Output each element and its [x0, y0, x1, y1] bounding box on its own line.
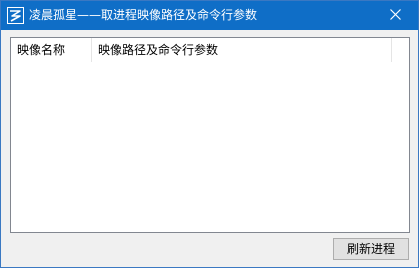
- client-area: 映像名称 映像路径及命令行参数 刷新进程: [1, 30, 418, 267]
- title-bar[interactable]: 凌晨孤星——取进程映像路径及命令行参数: [1, 1, 418, 30]
- close-button[interactable]: [372, 1, 418, 30]
- column-header-image-path[interactable]: 映像路径及命令行参数: [92, 38, 392, 62]
- listview-body[interactable]: [11, 62, 409, 232]
- app-logo-icon: [7, 7, 24, 24]
- close-icon: [389, 8, 401, 23]
- window-title: 凌晨孤星——取进程映像路径及命令行参数: [29, 8, 258, 22]
- refresh-processes-button[interactable]: 刷新进程: [333, 238, 409, 260]
- process-listview[interactable]: 映像名称 映像路径及命令行参数: [10, 37, 410, 233]
- column-header-filler: [392, 38, 409, 62]
- column-header-image-name[interactable]: 映像名称: [11, 38, 92, 62]
- main-window: 凌晨孤星——取进程映像路径及命令行参数 映像名称 映像路径及命令行参数 刷新进程: [0, 0, 419, 268]
- listview-header: 映像名称 映像路径及命令行参数: [11, 38, 409, 62]
